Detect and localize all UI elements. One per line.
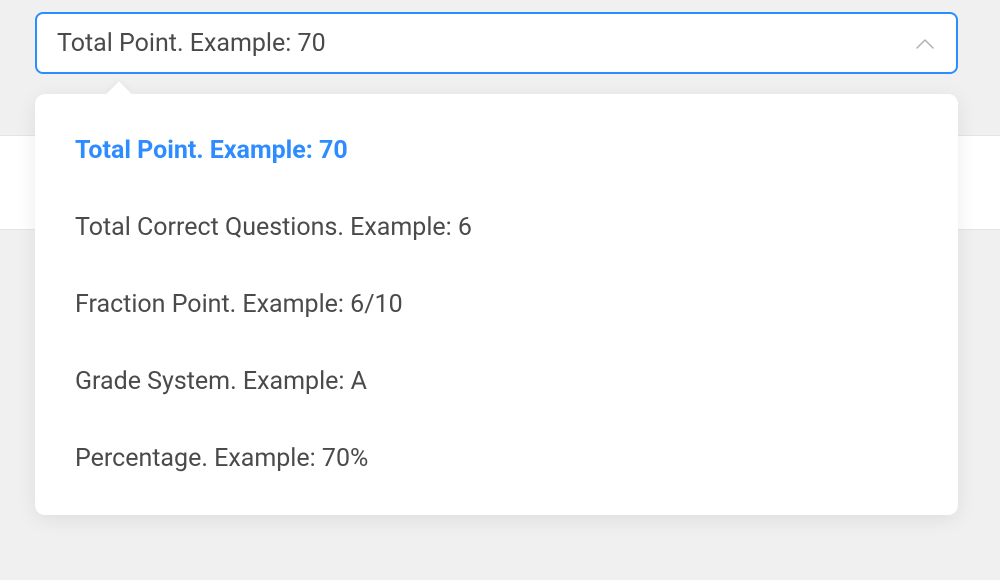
chevron-up-icon: [914, 32, 936, 54]
select-dropdown: Total Point. Example: 70 Total Correct Q…: [35, 94, 958, 515]
option-total-point[interactable]: Total Point. Example: 70: [35, 112, 958, 189]
option-fraction-point[interactable]: Fraction Point. Example: 6/10: [35, 266, 958, 343]
option-total-correct[interactable]: Total Correct Questions. Example: 6: [35, 189, 958, 266]
option-percentage[interactable]: Percentage. Example: 70%: [35, 420, 958, 497]
select-box[interactable]: Total Point. Example: 70: [35, 12, 958, 74]
select-value: Total Point. Example: 70: [57, 29, 914, 58]
option-grade-system[interactable]: Grade System. Example: A: [35, 343, 958, 420]
grading-type-select: Total Point. Example: 70 Total Point. Ex…: [35, 12, 958, 74]
dropdown-arrow: [106, 81, 131, 106]
